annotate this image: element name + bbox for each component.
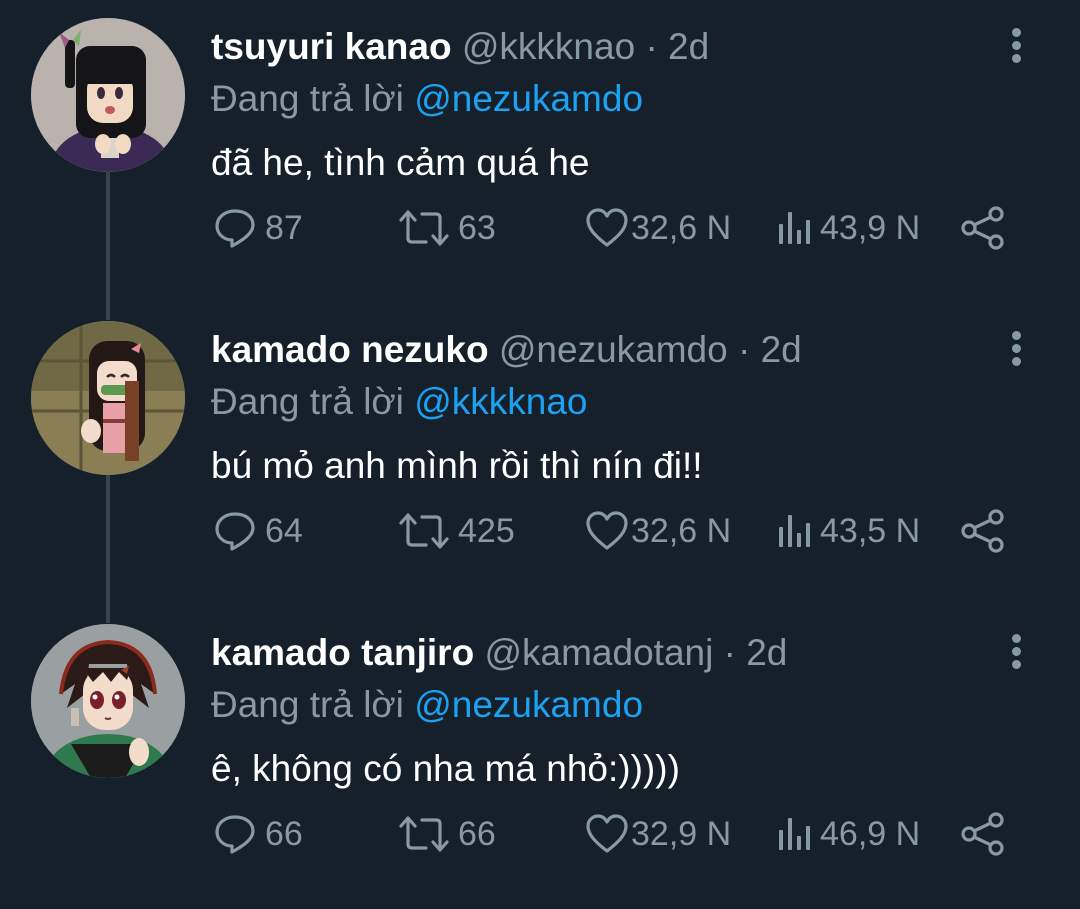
tweet[interactable]: kamado tanjiro @kamadotanj · 2d Đang trả… — [0, 606, 1080, 909]
mention-link[interactable]: @kkkknao — [414, 381, 587, 422]
action-bar: 87 63 32,6 N 43,9 N — [0, 200, 1080, 256]
reply-button[interactable]: 66 — [213, 806, 303, 862]
tweet-header: kamado nezuko @nezukamdo · 2d — [211, 327, 802, 373]
like-count: 32,6 N — [631, 511, 732, 550]
share-button[interactable] — [960, 200, 1006, 256]
views-button[interactable]: 43,5 N — [776, 503, 920, 559]
like-button[interactable]: 32,6 N — [585, 503, 731, 559]
retweet-icon — [399, 816, 449, 852]
avatar[interactable] — [31, 624, 185, 778]
tweet-text: bú mỏ anh mình rồi thì nín đi!! — [211, 445, 703, 486]
retweet-button[interactable]: 425 — [398, 503, 515, 559]
views-count: 43,5 N — [820, 511, 921, 550]
like-icon — [586, 814, 628, 853]
like-icon — [586, 511, 628, 550]
display-name[interactable]: kamado nezuko — [211, 329, 489, 370]
views-icon — [779, 818, 810, 850]
replying-to-label: Đang trả lời — [211, 381, 404, 422]
tweet-header: tsuyuri kanao @kkkknao · 2d — [211, 24, 709, 70]
reply-icon — [215, 512, 255, 551]
share-button[interactable] — [960, 806, 1006, 862]
share-icon — [961, 509, 1004, 553]
views-icon — [779, 212, 810, 244]
views-button[interactable]: 43,9 N — [776, 200, 920, 256]
reply-count: 64 — [265, 511, 303, 550]
username[interactable]: @nezukamdo — [499, 329, 728, 370]
tweet-text: đã he, tình cảm quá he — [211, 142, 590, 183]
retweet-count: 425 — [458, 511, 515, 550]
replying-to: Đang trả lời @kkkknao — [211, 379, 587, 425]
display-name[interactable]: tsuyuri kanao — [211, 26, 452, 67]
retweet-icon — [399, 513, 449, 549]
avatar[interactable] — [31, 18, 185, 172]
like-count: 32,9 N — [631, 814, 732, 853]
views-count: 46,9 N — [820, 814, 921, 853]
reply-button[interactable]: 64 — [213, 503, 303, 559]
reply-icon — [215, 815, 255, 854]
views-icon — [779, 515, 810, 547]
like-count: 32,6 N — [631, 208, 732, 247]
tweet[interactable]: tsuyuri kanao @kkkknao · 2d Đang trả lời… — [0, 0, 1080, 303]
separator-dot: · — [645, 26, 658, 67]
views-count: 43,9 N — [820, 208, 921, 247]
retweet-count: 66 — [458, 814, 496, 853]
more-options-icon[interactable] — [1005, 329, 1029, 369]
replying-to: Đang trả lời @nezukamdo — [211, 76, 643, 122]
more-options-icon[interactable] — [1005, 632, 1029, 672]
share-icon — [961, 206, 1004, 250]
action-bar: 64 425 32,6 N 43,5 N — [0, 503, 1080, 559]
reply-count: 66 — [265, 814, 303, 853]
timestamp[interactable]: 2d — [746, 632, 787, 673]
tweet[interactable]: kamado nezuko @nezukamdo · 2d Đang trả l… — [0, 303, 1080, 606]
timestamp[interactable]: 2d — [668, 26, 709, 67]
action-bar: 66 66 32,9 N 46,9 N — [0, 806, 1080, 862]
retweet-button[interactable]: 66 — [398, 806, 496, 862]
retweet-button[interactable]: 63 — [398, 200, 496, 256]
display-name[interactable]: kamado tanjiro — [211, 632, 474, 673]
like-icon — [586, 208, 628, 247]
replying-to-label: Đang trả lời — [211, 684, 404, 725]
mention-link[interactable]: @nezukamdo — [414, 78, 643, 119]
username[interactable]: @kkkknao — [462, 26, 635, 67]
share-button[interactable] — [960, 503, 1006, 559]
reply-button[interactable]: 87 — [213, 200, 303, 256]
like-button[interactable]: 32,9 N — [585, 806, 731, 862]
retweet-count: 63 — [458, 208, 496, 247]
timestamp[interactable]: 2d — [761, 329, 802, 370]
replying-to: Đang trả lời @nezukamdo — [211, 682, 643, 728]
reply-count: 87 — [265, 208, 303, 247]
avatar[interactable] — [31, 321, 185, 475]
more-options-icon[interactable] — [1005, 26, 1029, 66]
like-button[interactable]: 32,6 N — [585, 200, 731, 256]
mention-link[interactable]: @nezukamdo — [414, 684, 643, 725]
views-button[interactable]: 46,9 N — [776, 806, 920, 862]
share-icon — [961, 812, 1004, 856]
username[interactable]: @kamadotanj — [484, 632, 713, 673]
separator-dot: · — [738, 329, 751, 370]
tweet-header: kamado tanjiro @kamadotanj · 2d — [211, 630, 787, 676]
reply-icon — [215, 209, 255, 248]
separator-dot: · — [723, 632, 736, 673]
replying-to-label: Đang trả lời — [211, 78, 404, 119]
tweet-text: ê, không có nha má nhỏ:))))) — [211, 748, 680, 789]
retweet-icon — [399, 210, 449, 246]
